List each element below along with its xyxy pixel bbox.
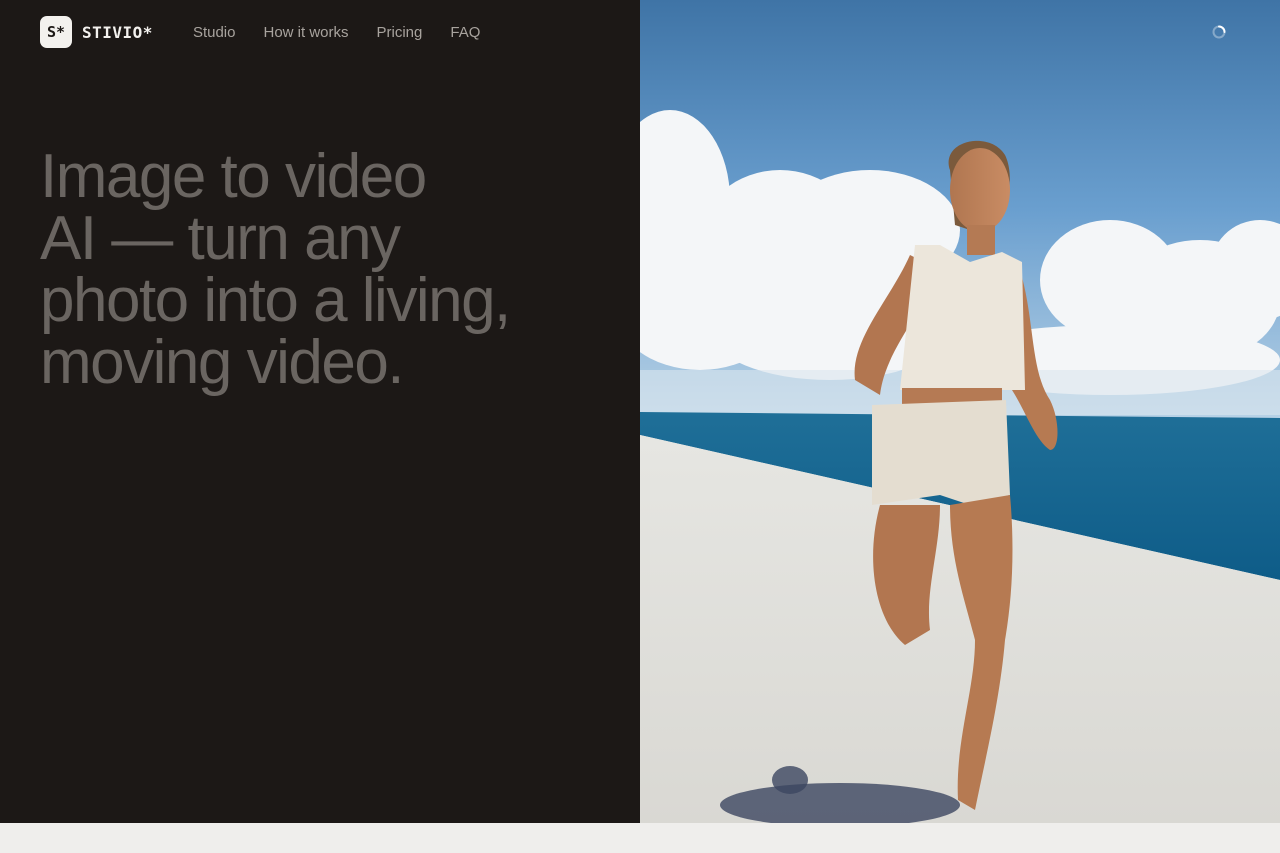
nav-link-faq[interactable]: FAQ <box>450 24 480 41</box>
hero-panel: S* STIVIO* Studio How it works Pricing F… <box>0 0 640 823</box>
headline-line-3: photo into a living, <box>40 266 511 335</box>
hero-headline: Image to video AI — turn any photo into … <box>40 146 600 394</box>
page-bottom-strip <box>0 823 1280 853</box>
headline-line-2: AI — turn any <box>40 204 401 273</box>
headline-line-1: Image to video <box>40 142 427 211</box>
brand-name[interactable]: STIVIO* <box>82 23 153 42</box>
video-frame-illustration <box>640 0 1280 823</box>
nav-link-how-it-works[interactable]: How it works <box>263 24 348 41</box>
video-preview[interactable] <box>640 0 1280 823</box>
top-nav: S* STIVIO* Studio How it works Pricing F… <box>40 16 480 48</box>
nav-link-studio[interactable]: Studio <box>193 24 236 41</box>
nav-links: Studio How it works Pricing FAQ <box>193 24 480 41</box>
headline-line-4: moving video. <box>40 328 405 397</box>
logo-mark[interactable]: S* <box>40 16 72 48</box>
nav-link-pricing[interactable]: Pricing <box>377 24 423 41</box>
loading-spinner-icon <box>1212 25 1226 39</box>
